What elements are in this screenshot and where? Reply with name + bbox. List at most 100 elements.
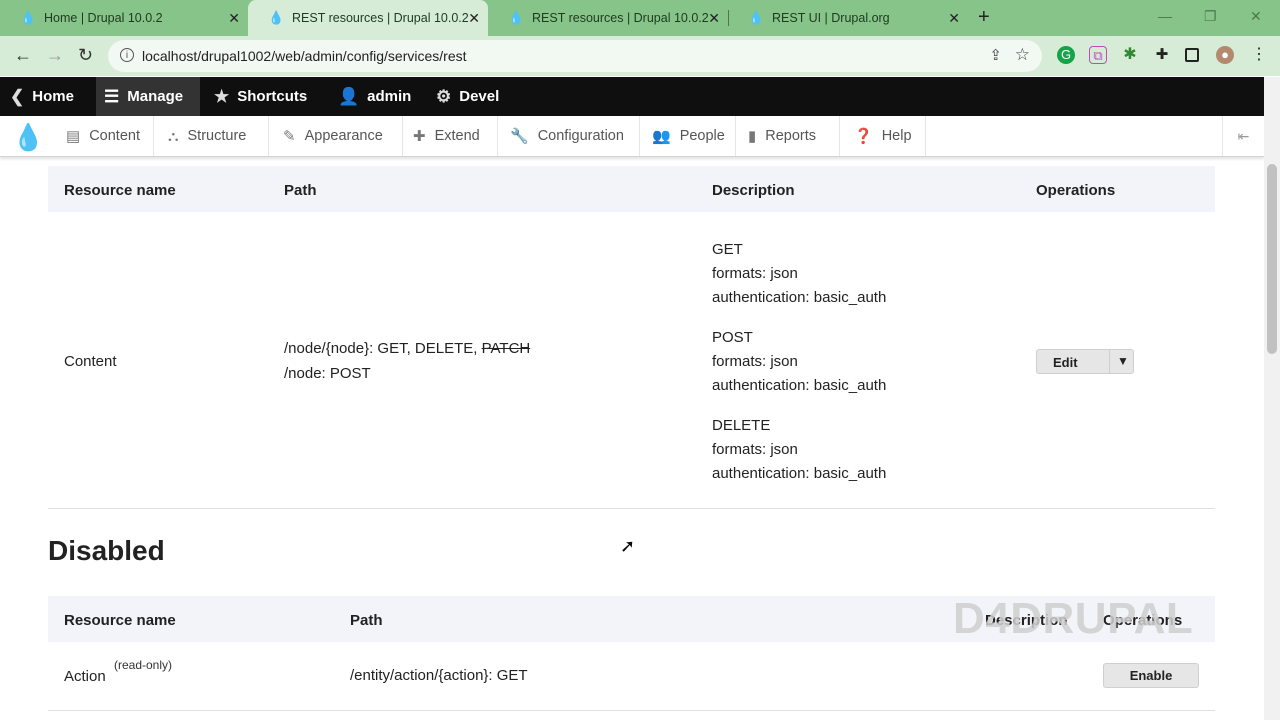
address-bar[interactable]: i localhost/drupal1002/web/admin/config/… (108, 40, 1042, 72)
dropbutton-divider (1109, 350, 1110, 373)
toolbar-user-label: admin (367, 88, 412, 105)
menu-kebab-icon[interactable]: ⋮ (1250, 46, 1268, 64)
column-header-path[interactable]: Path (284, 182, 317, 199)
tray-item-reports[interactable]: ▮ Reports (736, 116, 840, 156)
tray-item-appearance[interactable]: ✎ Appearance (269, 116, 403, 156)
toolbar-manage[interactable]: ☰ Manage (96, 77, 201, 116)
drupal-admin-toolbar: ❮ Home ☰ Manage ★ Shortcuts 👤 admin ⚙ De… (0, 77, 1264, 116)
toolbar-manage-label: Manage (127, 88, 184, 105)
column-header-path[interactable]: Path (350, 612, 383, 629)
toolbar-devel[interactable]: ⚙ Devel (436, 77, 499, 116)
user-icon: 👤 (338, 86, 360, 106)
close-icon[interactable]: ✕ (948, 10, 960, 27)
tray-item-content[interactable]: ▤ Content (50, 116, 154, 156)
drupal-favicon-icon: 💧 (748, 10, 765, 25)
tray-item-help[interactable]: ❓ Help (840, 116, 926, 156)
description-method: POST (712, 329, 753, 346)
site-info-icon[interactable]: i (120, 48, 134, 62)
resource-name: Action (64, 668, 106, 685)
description-formats: formats: json (712, 441, 798, 458)
enable-button[interactable]: Enable (1103, 663, 1199, 688)
tray-item-label: Appearance (304, 128, 383, 144)
toolbar-home-label: Home (32, 88, 74, 105)
path-disabled-method: PATCH (481, 340, 531, 357)
table-divider (48, 710, 1215, 711)
browser-tab-strip: 💧 Home | Drupal 10.0.2 ✕ 💧 REST resource… (0, 0, 1280, 36)
chevron-down-icon[interactable]: ▼ (1117, 354, 1129, 368)
window-close-icon[interactable]: ✕ (1250, 8, 1262, 25)
toolbar-user[interactable]: 👤 admin (338, 77, 411, 116)
resource-name: Content (64, 353, 117, 370)
edit-button[interactable]: Edit (1053, 355, 1078, 370)
scrollbar-thumb[interactable] (1267, 164, 1277, 354)
tray-orientation-toggle-icon[interactable]: ⇤ (1222, 116, 1264, 156)
drupal-favicon-icon: 💧 (20, 10, 37, 25)
structure-icon: ⛬ (168, 127, 179, 145)
edit-dropbutton: Edit ▼ (1036, 349, 1134, 374)
column-header-description: Description (712, 182, 795, 199)
restore-icon[interactable]: ❐ (1204, 8, 1217, 25)
close-icon[interactable]: ✕ (468, 10, 480, 27)
browser-tab[interactable]: 💧 Home | Drupal 10.0.2 ✕ (0, 0, 248, 36)
toolbar-shortcuts[interactable]: ★ Shortcuts (214, 77, 307, 116)
new-tab-icon[interactable]: + (978, 6, 990, 29)
description-auth: authentication: basic_auth (712, 377, 887, 394)
column-header-resource-name[interactable]: Resource name (64, 612, 176, 629)
resource-path: /entity/action/{action}: GET (350, 667, 528, 684)
tray-item-extend[interactable]: ✚ Extend (403, 116, 498, 156)
minimize-icon[interactable]: — (1158, 8, 1172, 24)
reload-icon[interactable]: ↻ (78, 45, 93, 66)
toolbar-devel-label: Devel (459, 88, 500, 105)
mouse-cursor-icon: ➚ (620, 536, 636, 556)
tray-item-people[interactable]: 👥 People (640, 116, 736, 156)
tray-item-label: Configuration (537, 128, 624, 144)
close-icon[interactable]: ✕ (228, 10, 240, 27)
read-only-note: (read-only) (114, 658, 173, 672)
drupal-favicon-icon: 💧 (268, 10, 285, 25)
tab-title: REST UI | Drupal.org (772, 11, 890, 25)
puzzle-icon: ✚ (413, 128, 426, 145)
gear-icon: ⚙ (436, 86, 452, 106)
profile-avatar[interactable]: ● (1216, 46, 1234, 64)
tray-item-label: Content (89, 128, 140, 144)
section-title-disabled: Disabled (48, 535, 165, 566)
drupal-logo-icon[interactable]: 💧 (12, 122, 44, 153)
forward-icon[interactable]: → (46, 45, 64, 66)
tab-title: Home | Drupal 10.0.2 (44, 11, 163, 25)
description-formats: formats: json (712, 353, 798, 370)
tray-item-label: Reports (765, 128, 817, 144)
url-text: localhost/drupal1002/web/admin/config/se… (142, 48, 467, 64)
brush-icon: ✎ (283, 128, 296, 145)
description-formats: formats: json (712, 265, 798, 282)
description-method: DELETE (712, 417, 771, 434)
document-icon: ▤ (66, 128, 81, 145)
back-icon[interactable]: ← (14, 45, 32, 66)
column-header-resource-name[interactable]: Resource name (64, 182, 176, 199)
extensions-puzzle-icon[interactable]: ✚ (1153, 46, 1171, 64)
tab-title: REST resources | Drupal 10.0.2 (292, 11, 469, 25)
toolbar-shortcuts-label: Shortcuts (237, 88, 308, 105)
bug-extension-icon[interactable]: ✱ (1121, 46, 1139, 64)
people-icon: 👥 (652, 128, 671, 145)
close-icon[interactable]: ✕ (708, 10, 720, 27)
tray-item-configuration[interactable]: 🔧 Configuration (498, 116, 640, 156)
side-panel-icon[interactable] (1185, 48, 1199, 62)
tray-item-label: Extend (434, 128, 480, 144)
help-icon: ❓ (854, 128, 873, 145)
bar-chart-icon: ▮ (748, 128, 757, 145)
browser-tab[interactable]: 💧 REST UI | Drupal.org ✕ (728, 0, 968, 36)
grammarly-extension-icon[interactable]: G (1057, 46, 1075, 64)
resource-path-line: /node/{node}: GET, DELETE, PATCH (284, 340, 530, 357)
share-icon[interactable]: ⇪ (989, 46, 1002, 64)
copy-extension-icon[interactable]: ⧉ (1089, 46, 1107, 64)
tray-item-label: Help (881, 128, 912, 144)
browser-tab[interactable]: 💧 REST resources | Drupal 10.0.2 ✕ (488, 0, 728, 36)
bookmark-star-icon[interactable]: ☆ (1015, 45, 1030, 65)
path-methods: /node/{node}: GET, DELETE, (284, 340, 482, 357)
page-scrollbar[interactable] (1264, 77, 1280, 720)
column-header-operations: Operations (1036, 182, 1116, 199)
toolbar-home[interactable]: ❮ Home (10, 77, 74, 116)
description-auth: authentication: basic_auth (712, 465, 887, 482)
tray-item-structure[interactable]: ⛬ Structure (154, 116, 269, 156)
browser-tab-active[interactable]: 💧 REST resources | Drupal 10.0.2 ✕ (248, 0, 488, 36)
